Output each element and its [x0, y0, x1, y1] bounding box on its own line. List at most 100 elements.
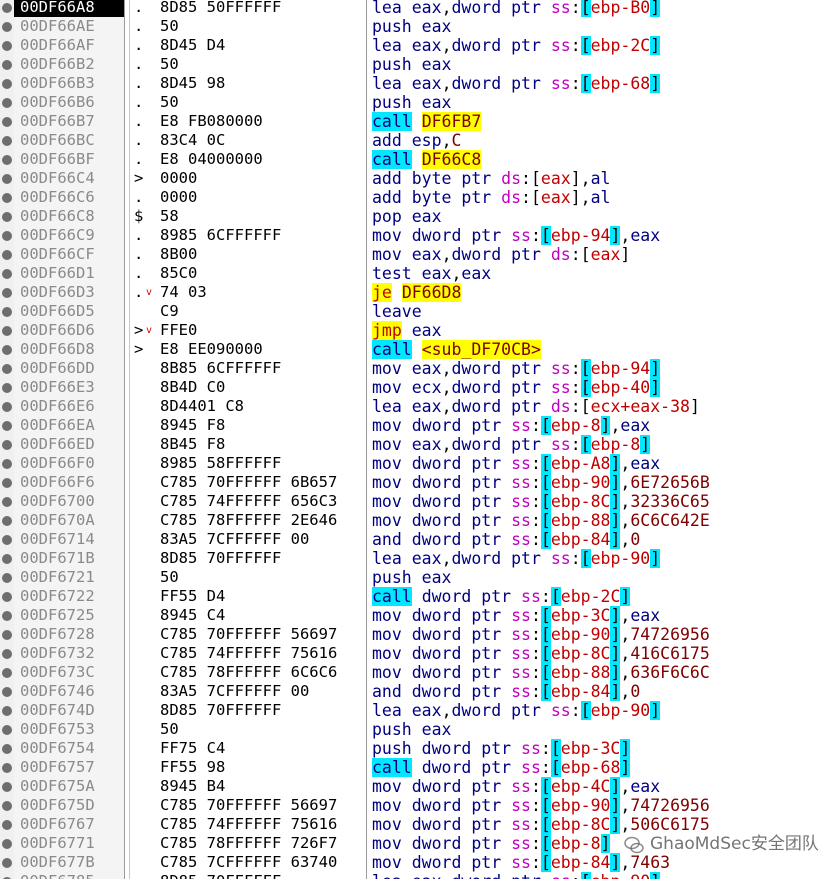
- breakpoint-dot[interactable]: [2, 858, 12, 868]
- instruction-row[interactable]: 00DF675D C785 70FFFFFF 56697 mov dword ptr…: [0, 796, 836, 815]
- breakpoint-dot[interactable]: [2, 459, 12, 469]
- breakpoint-dot[interactable]: [2, 801, 12, 811]
- instruction-row[interactable]: 00DF66BC. 83C4 0C add esp,C: [0, 131, 836, 150]
- breakpoint-dot[interactable]: [2, 250, 12, 260]
- breakpoint-dot[interactable]: [2, 60, 12, 70]
- breakpoint-dot[interactable]: [2, 22, 12, 32]
- breakpoint-dot[interactable]: [2, 421, 12, 431]
- breakpoint-dot[interactable]: [2, 174, 12, 184]
- disassembly-view[interactable]: 00DF66A8. 8D85 50FFFFFF lea eax,dword ptr …: [0, 0, 836, 879]
- breakpoint-dot[interactable]: [2, 98, 12, 108]
- breakpoint-dot[interactable]: [2, 592, 12, 602]
- instruction-row[interactable]: 00DF6725 8945 C4 mov dword ptr ss:[ebp-3C]…: [0, 606, 836, 625]
- instruction-row[interactable]: 00DF66E3 8B4D C0 mov ecx,dword ptr ss:[ebp…: [0, 378, 836, 397]
- breakpoint-dot[interactable]: [2, 782, 12, 792]
- breakpoint-dot[interactable]: [2, 478, 12, 488]
- asm-token: dword ptr: [451, 74, 551, 93]
- breakpoint-dot[interactable]: [2, 307, 12, 317]
- instruction-row[interactable]: 00DF66B2. 50 push eax: [0, 55, 836, 74]
- breakpoint-dot[interactable]: [2, 155, 12, 165]
- breakpoint-dot[interactable]: [2, 611, 12, 621]
- asm-token: ss: [550, 378, 571, 397]
- instruction-bytes: E8 04000000: [160, 150, 263, 168]
- instruction-row[interactable]: 00DF66BF. E8 04000000 call DF66C8: [0, 150, 836, 169]
- instruction-row[interactable]: 00DF6700 C785 74FFFFFF 656C3 mov dword ptr…: [0, 492, 836, 511]
- asm-token: ebp-68: [560, 758, 621, 777]
- instruction-row[interactable]: 00DF66C9. 8985 6CFFFFFF mov dword ptr ss:[…: [0, 226, 836, 245]
- breakpoint-dot[interactable]: [2, 193, 12, 203]
- breakpoint-dot[interactable]: [2, 630, 12, 640]
- instruction-row[interactable]: 00DF670A C785 78FFFFFF 2E646 mov dword ptr…: [0, 511, 836, 530]
- instruction-row[interactable]: 00DF66DD 8B85 6CFFFFFF mov eax,dword ptr s…: [0, 359, 836, 378]
- breakpoint-dot[interactable]: [2, 383, 12, 393]
- instruction-row[interactable]: 00DF6722 FF55 D4 call dword ptr ss:[ebp-2C…: [0, 587, 836, 606]
- breakpoint-dot[interactable]: [2, 554, 12, 564]
- instruction-row[interactable]: 00DF66B7. E8 FB080000 call DF6FB7: [0, 112, 836, 131]
- breakpoint-dot[interactable]: [2, 364, 12, 374]
- breakpoint-dot[interactable]: [2, 288, 12, 298]
- instruction-row[interactable]: 00DF673C C785 78FFFFFF 6C6C6 mov dword ptr…: [0, 663, 836, 682]
- instruction-row[interactable]: 00DF66ED 8B45 F8 mov eax,dword ptr ss:[ebp…: [0, 435, 836, 454]
- instruction-row[interactable]: 00DF6753 50 push eax: [0, 720, 836, 739]
- breakpoint-dot[interactable]: [2, 3, 12, 13]
- instruction-row[interactable]: 00DF66D3. v 74 03 je DF66D8: [0, 283, 836, 302]
- asm-token: dword ptr: [411, 663, 512, 682]
- breakpoint-dot[interactable]: [2, 269, 12, 279]
- instruction-row[interactable]: 00DF66EA 8945 F8 mov dword ptr ss:[ebp-8],…: [0, 416, 836, 435]
- instruction-row[interactable]: 00DF6746 83A5 7CFFFFFF 00 and dword ptr ss…: [0, 682, 836, 701]
- instruction-row[interactable]: 00DF66B6. 50 push eax: [0, 93, 836, 112]
- instruction-row[interactable]: 00DF66D5 C9 leave: [0, 302, 836, 321]
- breakpoint-dot[interactable]: [2, 516, 12, 526]
- breakpoint-dot[interactable]: [2, 649, 12, 659]
- instruction-row[interactable]: 00DF66CF. 8B00 mov eax,dword ptr ds:[eax]: [0, 245, 836, 264]
- breakpoint-dot[interactable]: [2, 497, 12, 507]
- instruction-row[interactable]: 00DF671B 8D85 70FFFFFF lea eax,dword ptr s…: [0, 549, 836, 568]
- breakpoint-dot[interactable]: [2, 345, 12, 355]
- instruction-row[interactable]: 00DF66AE. 50 push eax: [0, 17, 836, 36]
- instruction-row[interactable]: 00DF66F6 C785 70FFFFFF 6B657 mov dword ptr…: [0, 473, 836, 492]
- breakpoint-dot[interactable]: [2, 535, 12, 545]
- selected-instruction-row[interactable]: 00DF66A8. 8D85 50FFFFFF lea eax,dword ptr …: [0, 0, 836, 17]
- breakpoint-dot[interactable]: [2, 212, 12, 222]
- breakpoint-dot[interactable]: [2, 136, 12, 146]
- instruction-row[interactable]: 00DF66B3. 8D45 98 lea eax,dword ptr ss:[eb…: [0, 74, 836, 93]
- breakpoint-dot[interactable]: [2, 117, 12, 127]
- instruction-row[interactable]: 00DF674D 8D85 70FFFFFF lea eax,dword ptr s…: [0, 701, 836, 720]
- breakpoint-dot[interactable]: [2, 668, 12, 678]
- breakpoint-dot[interactable]: [2, 687, 12, 697]
- breakpoint-dot[interactable]: [2, 744, 12, 754]
- breakpoint-dot[interactable]: [2, 79, 12, 89]
- disassembly-text: mov dword ptr ss:[ebp-88],636F6C6C: [372, 663, 836, 682]
- breakpoint-dot[interactable]: [2, 820, 12, 830]
- instruction-row[interactable]: 00DF66D1. 85C0 test eax,eax: [0, 264, 836, 283]
- breakpoint-dot[interactable]: [2, 231, 12, 241]
- asm-token: ss: [521, 587, 541, 606]
- instruction-row[interactable]: 00DF66D8 > E8 EE090000 call <sub_DF70CB>: [0, 340, 836, 359]
- instruction-row[interactable]: 00DF66E6 8D4401 C8 lea eax,dword ptr ds:[e…: [0, 397, 836, 416]
- instruction-row[interactable]: 00DF675A 8945 B4 mov dword ptr ss:[ebp-4C]…: [0, 777, 836, 796]
- breakpoint-dot[interactable]: [2, 326, 12, 336]
- instruction-row[interactable]: 00DF6728 C785 70FFFFFF 56697 mov dword ptr…: [0, 625, 836, 644]
- instruction-row[interactable]: 00DF6754 FF75 C4 push dword ptr ss:[ebp-3C…: [0, 739, 836, 758]
- breakpoint-dot[interactable]: [2, 440, 12, 450]
- instruction-row[interactable]: 00DF6732 C785 74FFFFFF 75616 mov dword ptr…: [0, 644, 836, 663]
- breakpoint-dot[interactable]: [2, 706, 12, 716]
- instruction-row[interactable]: 00DF6785 8D85 70FFFFFF lea eax,dword ptr s…: [0, 872, 836, 879]
- instruction-row[interactable]: 00DF6757 FF55 98 call dword ptr ss:[ebp-68…: [0, 758, 836, 777]
- breakpoint-dot[interactable]: [2, 573, 12, 583]
- breakpoint-dot[interactable]: [2, 41, 12, 51]
- breakpoint-dot[interactable]: [2, 725, 12, 735]
- breakpoint-dot[interactable]: [2, 763, 12, 773]
- instruction-row[interactable]: 00DF66C6. 0000 add byte ptr ds:[eax],al: [0, 188, 836, 207]
- instruction-row[interactable]: 00DF66D6 > v FFE0 jmp eax: [0, 321, 836, 340]
- instruction-row[interactable]: 00DF6714 83A5 7CFFFFFF 00 and dword ptr ss…: [0, 530, 836, 549]
- breakpoint-dot[interactable]: [2, 839, 12, 849]
- instruction-row[interactable]: 00DF6721 50 push eax: [0, 568, 836, 587]
- breakpoint-dot[interactable]: [2, 402, 12, 412]
- instruction-row[interactable]: 00DF66AF. 8D45 D4 lea eax,dword ptr ss:[eb…: [0, 36, 836, 55]
- instruction-row[interactable]: 00DF66C4 >0000 add byte ptr ds:[eax],al: [0, 169, 836, 188]
- instruction-row[interactable]: 00DF66C8 $58 pop eax: [0, 207, 836, 226]
- asm-token: ebp-94: [550, 226, 611, 245]
- branch-marker: .: [134, 188, 144, 206]
- instruction-row[interactable]: 00DF66F0 8985 58FFFFFF mov dword ptr ss:[e…: [0, 454, 836, 473]
